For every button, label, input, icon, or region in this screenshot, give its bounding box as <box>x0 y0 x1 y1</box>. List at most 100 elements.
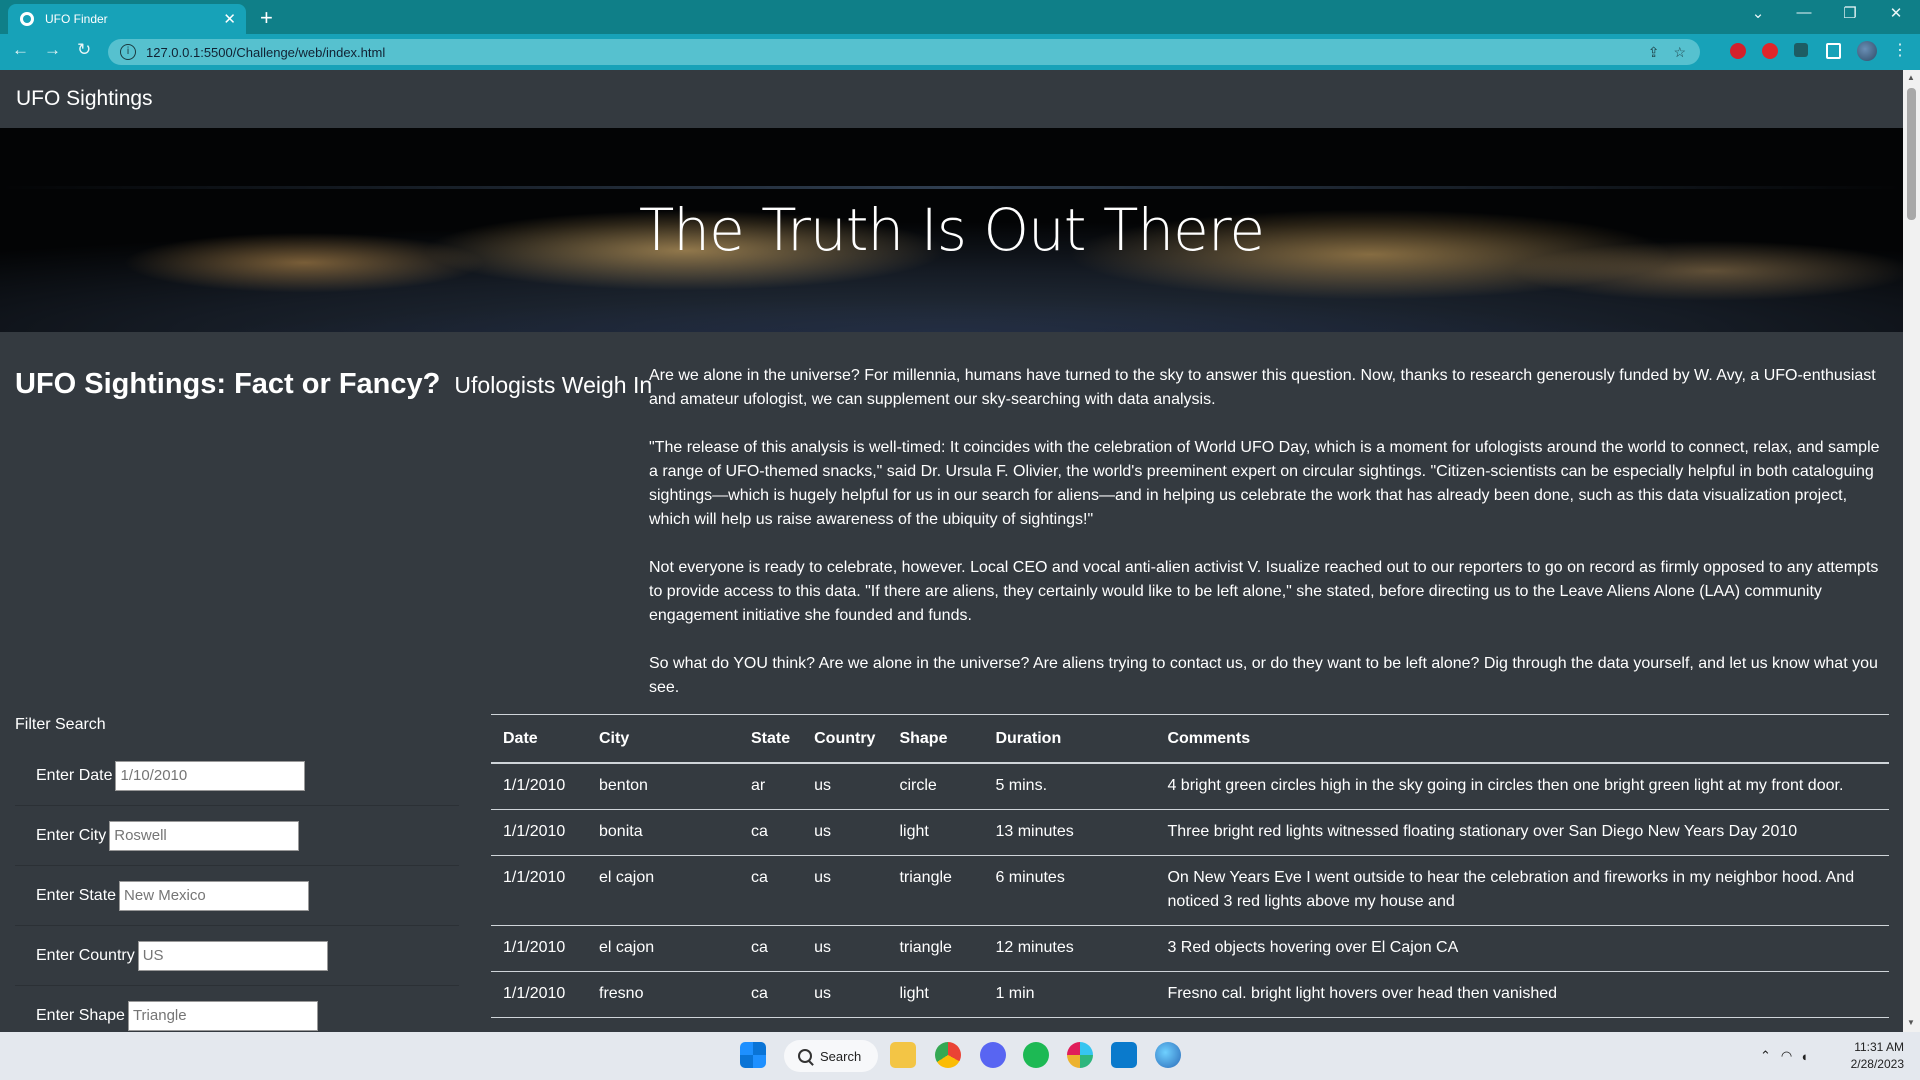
taskbar-clock[interactable]: 11:31 AM 2/28/2023 <box>1816 1039 1904 1073</box>
close-window-button[interactable]: ✕ <box>1886 4 1906 22</box>
minimize-button[interactable]: — <box>1794 4 1814 21</box>
wifi-icon[interactable]: ◠ <box>1781 1048 1792 1064</box>
cell-duration: 6 minutes <box>983 855 1156 926</box>
article-subtitle: Ufologists Weigh In <box>454 372 653 398</box>
forward-icon[interactable]: → <box>44 40 61 60</box>
cell-comments: Fresno cal. bright light hovers over hea… <box>1155 971 1889 1018</box>
cell-country: us <box>802 763 888 810</box>
cell-state: ar <box>739 763 803 810</box>
show-hidden-icons-icon[interactable]: ⌃ <box>1760 1048 1771 1064</box>
date-filter-input[interactable] <box>115 760 306 791</box>
article-title: UFO Sightings: Fact or Fancy? <box>15 368 441 400</box>
file-explorer-icon[interactable] <box>890 1042 916 1068</box>
taskbar-search-label: Search <box>820 1048 862 1064</box>
table-row: 1/1/2010 bonita ca us light 13 minutes T… <box>491 809 1889 856</box>
article-paragraph: Are we alone in the universe? For millen… <box>649 367 1876 408</box>
close-tab-icon[interactable]: ✕ <box>223 10 236 28</box>
cell-shape: circle <box>887 763 984 810</box>
site-info-icon[interactable]: i <box>120 44 136 60</box>
cell-city: bonita <box>587 809 739 856</box>
cell-date: 1/1/2010 <box>491 763 587 810</box>
filter-city-item: Enter City <box>15 805 459 865</box>
shape-filter-input[interactable] <box>127 1000 318 1031</box>
column-header-comments: Comments <box>1155 715 1889 764</box>
navbar: UFO Sightings <box>0 70 1903 128</box>
taskbar-search-button[interactable]: Search <box>784 1040 878 1072</box>
cell-city: el cajon <box>587 925 739 972</box>
slack-icon[interactable] <box>1067 1042 1093 1068</box>
windows-start-icon[interactable] <box>740 1042 766 1068</box>
scroll-down-arrow-icon[interactable]: ▼ <box>1907 1018 1915 1027</box>
cell-country: us <box>802 855 888 926</box>
cell-comments: 3 Red objects hovering over El Cajon CA <box>1155 925 1889 972</box>
navbar-brand[interactable]: UFO Sightings <box>16 87 153 111</box>
volume-icon[interactable]: ◖ <box>1800 1049 1808 1064</box>
url-text: 127.0.0.1:5500/Challenge/web/index.html <box>146 44 386 60</box>
cell-city: fresno <box>587 971 739 1018</box>
cell-state: ca <box>739 855 803 926</box>
cell-date: 1/1/2010 <box>491 971 587 1018</box>
filter-date-item: Enter Date <box>15 746 459 805</box>
page-scrollbar[interactable]: ▲ ▼ <box>1903 70 1920 1032</box>
cell-comments: Three bright red lights witnessed floati… <box>1155 809 1889 856</box>
taskbar: Search ⌃ ◠ ◖ 11:31 AM 2/28/2023 <box>0 1032 1920 1080</box>
column-header-city: City <box>587 715 739 764</box>
cell-shape: triangle <box>887 925 984 972</box>
back-icon[interactable]: ← <box>12 40 29 60</box>
cell-duration: 12 minutes <box>983 925 1156 972</box>
country-filter-input[interactable] <box>137 940 328 971</box>
browser-tab-strip: UFO Finder ✕ + ⌄ — ❐ ✕ <box>0 0 1920 34</box>
extension-stop-icon[interactable] <box>1730 43 1746 59</box>
cell-shape: triangle <box>887 855 984 926</box>
scroll-up-arrow-icon[interactable]: ▲ <box>1907 73 1915 82</box>
column-header-date: Date <box>491 715 587 764</box>
article-body: Are we alone in the universe? For millen… <box>649 364 1887 724</box>
table-header-row: Date City State Country Shape Duration C… <box>491 715 1889 764</box>
cell-date: 1/1/2010 <box>491 925 587 972</box>
cell-comments: 4 bright green circles high in the sky g… <box>1155 763 1889 810</box>
cell-shape: light <box>887 809 984 856</box>
filter-country-label: Enter Country <box>36 946 135 964</box>
tab-search-icon[interactable]: ⌄ <box>1748 4 1768 22</box>
spotify-icon[interactable] <box>1023 1042 1049 1068</box>
browser-toolbar: ← → ↻ i 127.0.0.1:5500/Challenge/web/ind… <box>0 34 1920 70</box>
cell-country: us <box>802 971 888 1018</box>
browser-menu-icon[interactable]: ⋮ <box>1892 40 1908 60</box>
search-icon <box>798 1049 812 1063</box>
new-tab-button[interactable]: + <box>260 5 273 31</box>
address-bar[interactable]: i 127.0.0.1:5500/Challenge/web/index.htm… <box>108 39 1700 65</box>
browser-globe-icon[interactable] <box>1155 1042 1181 1068</box>
cell-city: benton <box>587 763 739 810</box>
ufo-table-container: Date City State Country Shape Duration C… <box>491 714 1889 1018</box>
cell-comments: On New Years Eve I went outside to hear … <box>1155 855 1889 926</box>
earth-horizon-glow <box>0 186 1903 189</box>
share-icon[interactable]: ⇪ <box>1648 44 1660 61</box>
filter-list: Enter Date Enter City Enter State Enter … <box>15 746 459 1032</box>
vscode-icon[interactable] <box>1111 1042 1137 1068</box>
restore-button[interactable]: ❐ <box>1840 4 1860 22</box>
extensions-puzzle-icon[interactable] <box>1794 43 1808 57</box>
discord-icon[interactable] <box>980 1042 1006 1068</box>
chrome-icon[interactable] <box>935 1042 961 1068</box>
column-header-duration: Duration <box>983 715 1156 764</box>
filter-search-title: Filter Search <box>15 716 106 733</box>
cell-date: 1/1/2010 <box>491 855 587 926</box>
hero-banner: The Truth Is Out There <box>0 128 1903 332</box>
browser-tab[interactable]: UFO Finder ✕ <box>8 4 246 34</box>
reload-icon[interactable]: ↻ <box>77 40 91 60</box>
main-content: UFO Sightings: Fact or Fancy? Ufologists… <box>0 332 1903 1032</box>
city-filter-input[interactable] <box>109 820 300 851</box>
state-filter-input[interactable] <box>119 880 310 911</box>
cell-shape: light <box>887 971 984 1018</box>
side-panel-icon[interactable] <box>1826 43 1841 59</box>
article-paragraph: Not everyone is ready to celebrate, howe… <box>649 559 1879 624</box>
bookmark-star-icon[interactable]: ☆ <box>1673 44 1686 61</box>
globe-icon <box>20 12 34 26</box>
profile-avatar[interactable] <box>1857 41 1877 61</box>
filter-state-item: Enter State <box>15 865 459 925</box>
table-row: 1/1/2010 el cajon ca us triangle 12 minu… <box>491 925 1889 972</box>
cell-city: el cajon <box>587 855 739 926</box>
extension-shield-icon[interactable] <box>1762 43 1778 59</box>
table-row: 1/1/2010 fresno ca us light 1 min Fresno… <box>491 971 1889 1018</box>
scrollbar-thumb[interactable] <box>1907 88 1916 220</box>
